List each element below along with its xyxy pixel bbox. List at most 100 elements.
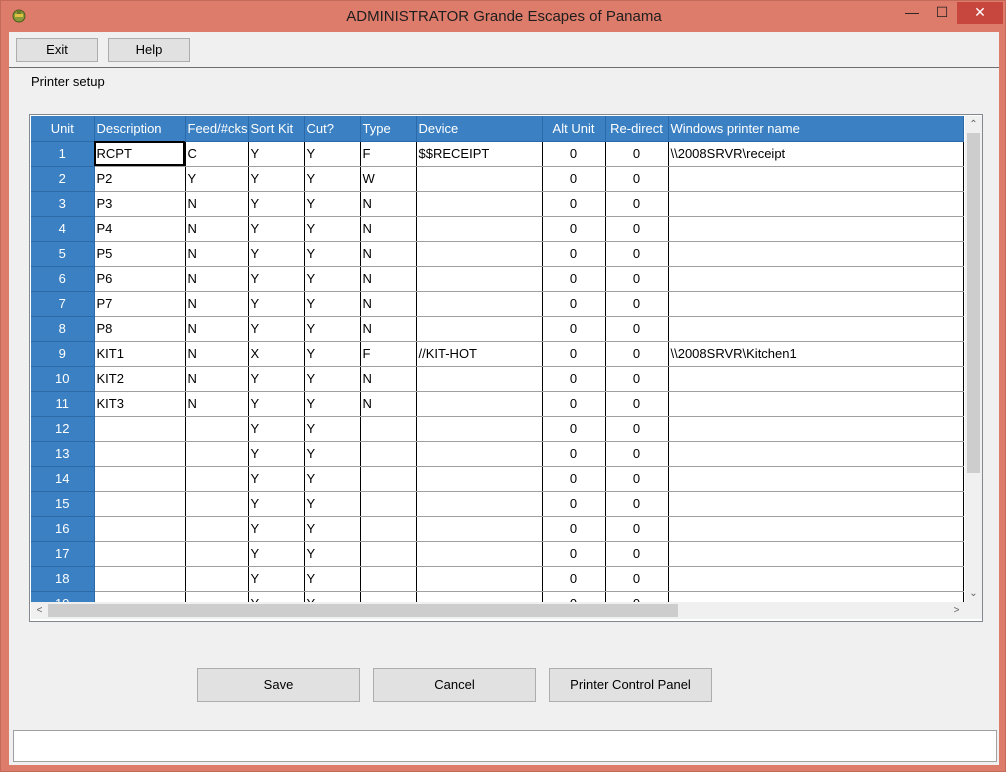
- cell-windows-printer[interactable]: [668, 391, 964, 417]
- cell-sort-kit[interactable]: Y: [248, 316, 305, 342]
- cell-sort-kit[interactable]: Y: [248, 416, 305, 442]
- cell-windows-printer[interactable]: [668, 191, 964, 217]
- row-header-unit[interactable]: 10: [31, 366, 95, 392]
- cell-redirect[interactable]: 0: [605, 441, 669, 467]
- cell-feed[interactable]: [185, 466, 249, 492]
- cell-device[interactable]: [416, 566, 543, 592]
- row-header-unit[interactable]: 13: [31, 441, 95, 467]
- table-row[interactable]: 1 RCPT C Y Y F $$RECEIPT 0 0 \\2008SRVR\receipt: [31, 141, 964, 167]
- cell-sort-kit[interactable]: Y: [248, 141, 305, 167]
- cell-alt-unit[interactable]: 0: [542, 366, 606, 392]
- cell-alt-unit[interactable]: 0: [542, 516, 606, 542]
- cell-windows-printer[interactable]: [668, 316, 964, 342]
- vertical-scrollbar[interactable]: ⌃ ⌄: [965, 116, 982, 602]
- cell-type[interactable]: [360, 541, 417, 567]
- cell-sort-kit[interactable]: Y: [248, 166, 305, 192]
- cell-description[interactable]: P5: [94, 241, 186, 267]
- cell-sort-kit[interactable]: Y: [248, 466, 305, 492]
- row-header-unit[interactable]: 7: [31, 291, 95, 317]
- scroll-right-icon[interactable]: >: [948, 602, 965, 619]
- cell-alt-unit[interactable]: 0: [542, 541, 606, 567]
- cell-device[interactable]: [416, 391, 543, 417]
- cell-redirect[interactable]: 0: [605, 591, 669, 602]
- cell-alt-unit[interactable]: 0: [542, 416, 606, 442]
- table-row[interactable]: 8 P8 N Y Y N 0 0: [31, 316, 964, 342]
- row-header-unit[interactable]: 19: [31, 591, 95, 602]
- cell-cut[interactable]: Y: [304, 216, 361, 242]
- cell-alt-unit[interactable]: 0: [542, 241, 606, 267]
- cell-alt-unit[interactable]: 0: [542, 316, 606, 342]
- cell-cut[interactable]: Y: [304, 341, 361, 367]
- table-row[interactable]: 7 P7 N Y Y N 0 0: [31, 291, 964, 317]
- cell-description[interactable]: [94, 516, 186, 542]
- close-button[interactable]: ✕: [957, 2, 1003, 24]
- row-header-unit[interactable]: 1: [31, 141, 95, 167]
- cell-windows-printer[interactable]: [668, 541, 964, 567]
- cell-type[interactable]: [360, 441, 417, 467]
- cell-description[interactable]: KIT2: [94, 366, 186, 392]
- cell-windows-printer[interactable]: [668, 266, 964, 292]
- cell-device[interactable]: [416, 316, 543, 342]
- cell-alt-unit[interactable]: 0: [542, 166, 606, 192]
- cell-type[interactable]: N: [360, 241, 417, 267]
- cell-redirect[interactable]: 0: [605, 391, 669, 417]
- cell-description[interactable]: P2: [94, 166, 186, 192]
- table-row[interactable]: 4 P4 N Y Y N 0 0: [31, 216, 964, 242]
- cell-redirect[interactable]: 0: [605, 566, 669, 592]
- column-header-redirect[interactable]: Re-direct: [605, 116, 669, 142]
- cell-alt-unit[interactable]: 0: [542, 441, 606, 467]
- cell-cut[interactable]: Y: [304, 241, 361, 267]
- cell-cut[interactable]: Y: [304, 416, 361, 442]
- cell-windows-printer[interactable]: [668, 516, 964, 542]
- column-header-feed[interactable]: Feed/#cks: [185, 116, 249, 142]
- cell-feed[interactable]: N: [185, 316, 249, 342]
- cell-cut[interactable]: Y: [304, 541, 361, 567]
- cell-alt-unit[interactable]: 0: [542, 291, 606, 317]
- cell-alt-unit[interactable]: 0: [542, 191, 606, 217]
- title-bar[interactable]: ADMINISTRATOR Grande Escapes of Panama —…: [1, 1, 1006, 32]
- cell-redirect[interactable]: 0: [605, 316, 669, 342]
- cell-cut[interactable]: Y: [304, 566, 361, 592]
- cell-sort-kit[interactable]: Y: [248, 491, 305, 517]
- column-header-windows-printer[interactable]: Windows printer name: [668, 116, 964, 142]
- cell-type[interactable]: [360, 491, 417, 517]
- cell-sort-kit[interactable]: Y: [248, 366, 305, 392]
- cell-feed[interactable]: [185, 566, 249, 592]
- cell-windows-printer[interactable]: [668, 216, 964, 242]
- column-header-sort-kit[interactable]: Sort Kit: [248, 116, 305, 142]
- row-header-unit[interactable]: 14: [31, 466, 95, 492]
- cell-windows-printer[interactable]: [668, 466, 964, 492]
- cell-sort-kit[interactable]: Y: [248, 191, 305, 217]
- cell-cut[interactable]: Y: [304, 266, 361, 292]
- cell-type[interactable]: W: [360, 166, 417, 192]
- cell-sort-kit[interactable]: Y: [248, 291, 305, 317]
- cell-description[interactable]: KIT3: [94, 391, 186, 417]
- table-row[interactable]: 9 KIT1 N X Y F//KIT-HOT 0 0 \\2008SRVR\Kitchen1: [31, 341, 964, 367]
- column-header-description[interactable]: Description: [94, 116, 186, 142]
- table-row[interactable]: 10 KIT2 N Y Y N 0 0: [31, 366, 964, 392]
- row-header-unit[interactable]: 4: [31, 216, 95, 242]
- table-row[interactable]: 6 P6 N Y Y N 0 0: [31, 266, 964, 292]
- row-header-unit[interactable]: 3: [31, 191, 95, 217]
- cell-sort-kit[interactable]: Y: [248, 216, 305, 242]
- column-header-device[interactable]: Device: [416, 116, 543, 142]
- cell-windows-printer[interactable]: [668, 491, 964, 517]
- cell-description[interactable]: [94, 491, 186, 517]
- cell-description[interactable]: P3: [94, 191, 186, 217]
- cell-feed[interactable]: [185, 516, 249, 542]
- cell-description[interactable]: P6: [94, 266, 186, 292]
- cell-device[interactable]: [416, 166, 543, 192]
- cell-type[interactable]: N: [360, 266, 417, 292]
- cell-description[interactable]: P7: [94, 291, 186, 317]
- scroll-down-icon[interactable]: ⌄: [965, 585, 982, 602]
- row-header-unit[interactable]: 8: [31, 316, 95, 342]
- cell-type[interactable]: [360, 466, 417, 492]
- printer-control-panel-button[interactable]: Printer Control Panel: [549, 668, 712, 702]
- cell-device[interactable]: $$RECEIPT: [416, 141, 543, 167]
- cell-redirect[interactable]: 0: [605, 516, 669, 542]
- table-row[interactable]: 18 Y Y 0 0: [31, 566, 964, 592]
- cancel-button[interactable]: Cancel: [373, 668, 536, 702]
- cell-cut[interactable]: Y: [304, 591, 361, 602]
- cell-redirect[interactable]: 0: [605, 341, 669, 367]
- cell-device[interactable]: [416, 266, 543, 292]
